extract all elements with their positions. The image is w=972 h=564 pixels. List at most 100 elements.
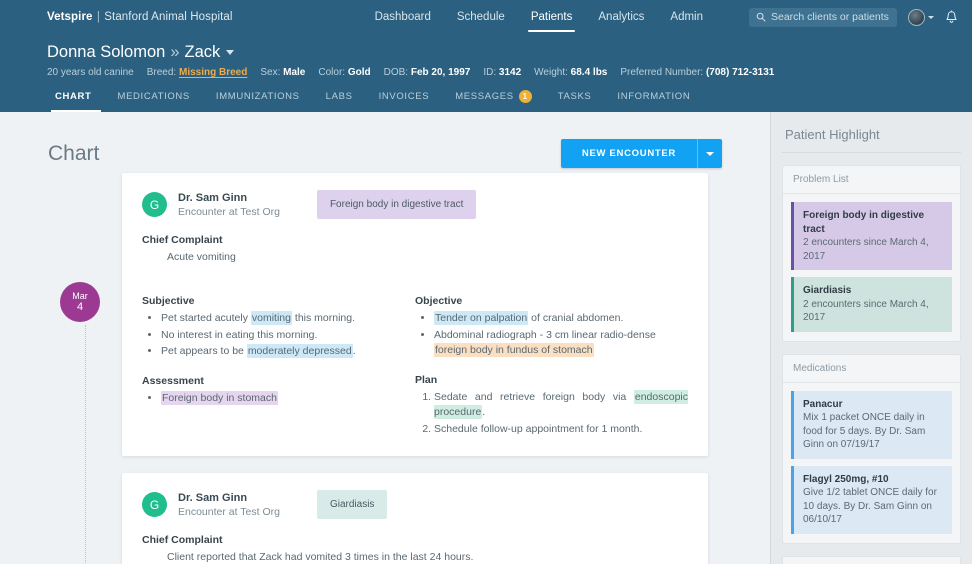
brand-logo[interactable]: Vetspire | Stanford Animal Hospital [47,11,233,23]
sidebar-title: Patient Highlight [782,125,961,153]
subjective-list: Pet started acutely vomiting this mornin… [142,311,399,360]
medication-detail: Give 1/2 tablet ONCE daily for 10 days. … [803,486,944,527]
assessment-list: Foreign body in stomach [142,391,399,407]
medication-title: Flagyl 250mg, #10 [803,473,944,487]
tab-chart[interactable]: CHART [47,89,105,112]
tab-information[interactable]: INFORMATION [604,89,703,112]
chevron-down-icon [928,16,934,19]
nav-item-dashboard[interactable]: Dashboard [375,0,431,34]
encounter-location: Encounter at Test Org [178,205,280,219]
nav-right-cluster: Search clients or patients [749,8,958,27]
patient-dob: DOB: Feb 20, 1997 [384,67,471,78]
panel-header: Problem List [783,166,960,194]
patient-tab-bar: CHART MEDICATIONS IMMUNIZATIONS LABS INV… [0,78,972,112]
list-item[interactable]: Giardiasis 2 encounters since March 4, 2… [791,277,952,332]
patient-dob-value: Feb 20, 1997 [411,67,470,78]
encounter-card[interactable]: G Dr. Sam Ginn Encounter at Test Org For… [122,173,708,456]
nav-item-schedule[interactable]: Schedule [457,0,505,34]
encounter-location: Encounter at Test Org [178,505,280,519]
tab-tasks[interactable]: TASKS [545,89,605,112]
chevron-down-icon[interactable] [226,50,234,55]
diagnosis-tag[interactable]: Foreign body in digestive tract [317,190,476,219]
plan-block: Plan Sedate and retrieve foreign body vi… [415,374,688,438]
panel-body: Foreign body in digestive tract 2 encoun… [783,194,960,341]
chart-header-row: Chart NEW ENCOUNTER [0,112,770,168]
nav-item-admin[interactable]: Admin [670,0,703,34]
encounter-timeline: Mar 4 [60,282,110,564]
patient-meta: 20 years old canine Breed: Missing Breed… [47,67,972,78]
problem-subtitle: 2 encounters since March 4, 2017 [803,298,944,325]
search-input[interactable]: Search clients or patients [749,8,897,27]
patient-sex-label: Sex: [260,67,280,78]
objective-label: Objective [415,295,688,307]
chief-complaint-text: Client reported that Zack had vomited 3 … [142,550,688,564]
encounter-card[interactable]: G Dr. Sam Ginn Encounter at Test Org Gia… [122,473,708,564]
tab-immunizations[interactable]: IMMUNIZATIONS [203,89,313,112]
vetspire-patient-chart-app: Vetspire | Stanford Animal Hospital Dash… [0,0,972,564]
patient-id: ID: 3142 [483,67,521,78]
patient-highlight-sidebar: Patient Highlight Problem List Foreign b… [770,112,972,564]
tab-messages[interactable]: MESSAGES 1 [442,89,545,112]
tab-medications[interactable]: MEDICATIONS [105,89,203,112]
new-encounter-dropdown-button[interactable] [697,139,722,168]
list-item[interactable]: Panacur Mix 1 packet ONCE daily in food … [791,391,952,459]
objective-list: Tender on palpation of cranial abdomen. … [415,311,688,359]
patient-breed: Breed: Missing Breed [147,67,248,78]
tab-label: TASKS [558,91,592,102]
tab-label: INFORMATION [617,91,690,102]
timeline-date-marker[interactable]: Mar 4 [60,282,100,322]
search-icon [756,12,766,22]
doctor-avatar: G [142,492,167,517]
highlight-procedure: endoscopic procedure [434,390,688,420]
diagnosis-tag[interactable]: Giardiasis [317,490,387,519]
chief-complaint-text: Acute vomiting [142,250,688,265]
patient-sex: Sex: Male [260,67,305,78]
user-menu[interactable] [908,9,934,26]
nav-item-patients[interactable]: Patients [531,0,573,34]
patient-breed-label: Breed: [147,67,176,78]
chevron-down-icon [706,152,714,156]
patient-header: Donna Solomon » Zack 20 years old canine… [0,34,972,78]
list-item: Abdominal radiograph - 3 cm linear radio… [434,328,688,359]
highlight-symptom: moderately depressed [247,344,353,358]
list-item[interactable]: Flagyl 250mg, #10 Give 1/2 tablet ONCE d… [791,466,952,534]
list-item: Pet appears to be moderately depressed. [161,344,399,360]
subjective-label: Subjective [142,295,399,307]
owner-name[interactable]: Donna Solomon [47,43,165,62]
doctor-info: Dr. Sam Ginn Encounter at Test Org [178,491,280,519]
list-item: No interest in eating this morning. [161,328,399,344]
patient-sex-value: Male [283,67,305,78]
timeline-day: 4 [77,302,83,313]
tab-labs[interactable]: LABS [313,89,366,112]
assessment-block: Assessment Foreign body in stomach [142,375,399,407]
patient-color-label: Color: [318,67,345,78]
patient-weight: Weight: 68.4 lbs [534,67,607,78]
pet-name[interactable]: Zack [185,43,221,62]
problem-subtitle: 2 encounters since March 4, 2017 [803,236,944,263]
new-encounter-button[interactable]: NEW ENCOUNTER [561,139,697,168]
page-title: Donna Solomon » Zack [47,43,972,62]
patient-dob-label: DOB: [384,67,408,78]
top-navigation-bar: Vetspire | Stanford Animal Hospital Dash… [0,0,972,34]
patient-color: Color: Gold [318,67,370,78]
patient-breed-value[interactable]: Missing Breed [179,67,247,78]
highlight-finding: Tender on palpation [434,311,528,325]
nav-item-analytics[interactable]: Analytics [598,0,644,34]
status-badge: 1 [519,90,532,103]
list-item[interactable]: Foreign body in digestive tract 2 encoun… [791,202,952,270]
panel-header: Medications [783,355,960,383]
tab-label: INVOICES [379,91,430,102]
patient-phone: Preferred Number: (708) 712-3131 [620,67,774,78]
tab-label: IMMUNIZATIONS [216,91,300,102]
tab-invoices[interactable]: INVOICES [366,89,443,112]
new-encounter-button-group: NEW ENCOUNTER [561,139,722,168]
patient-id-value: 3142 [499,67,521,78]
breadcrumb-separator: » [170,43,179,62]
patient-age-species: 20 years old canine [47,67,134,78]
tab-label: MESSAGES [455,91,514,102]
patient-weight-label: Weight: [534,67,568,78]
bell-icon[interactable] [945,10,958,25]
doctor-name: Dr. Sam Ginn [178,491,280,505]
patient-phone-label: Preferred Number: [620,67,703,78]
doctor-info: Dr. Sam Ginn Encounter at Test Org [178,191,280,219]
